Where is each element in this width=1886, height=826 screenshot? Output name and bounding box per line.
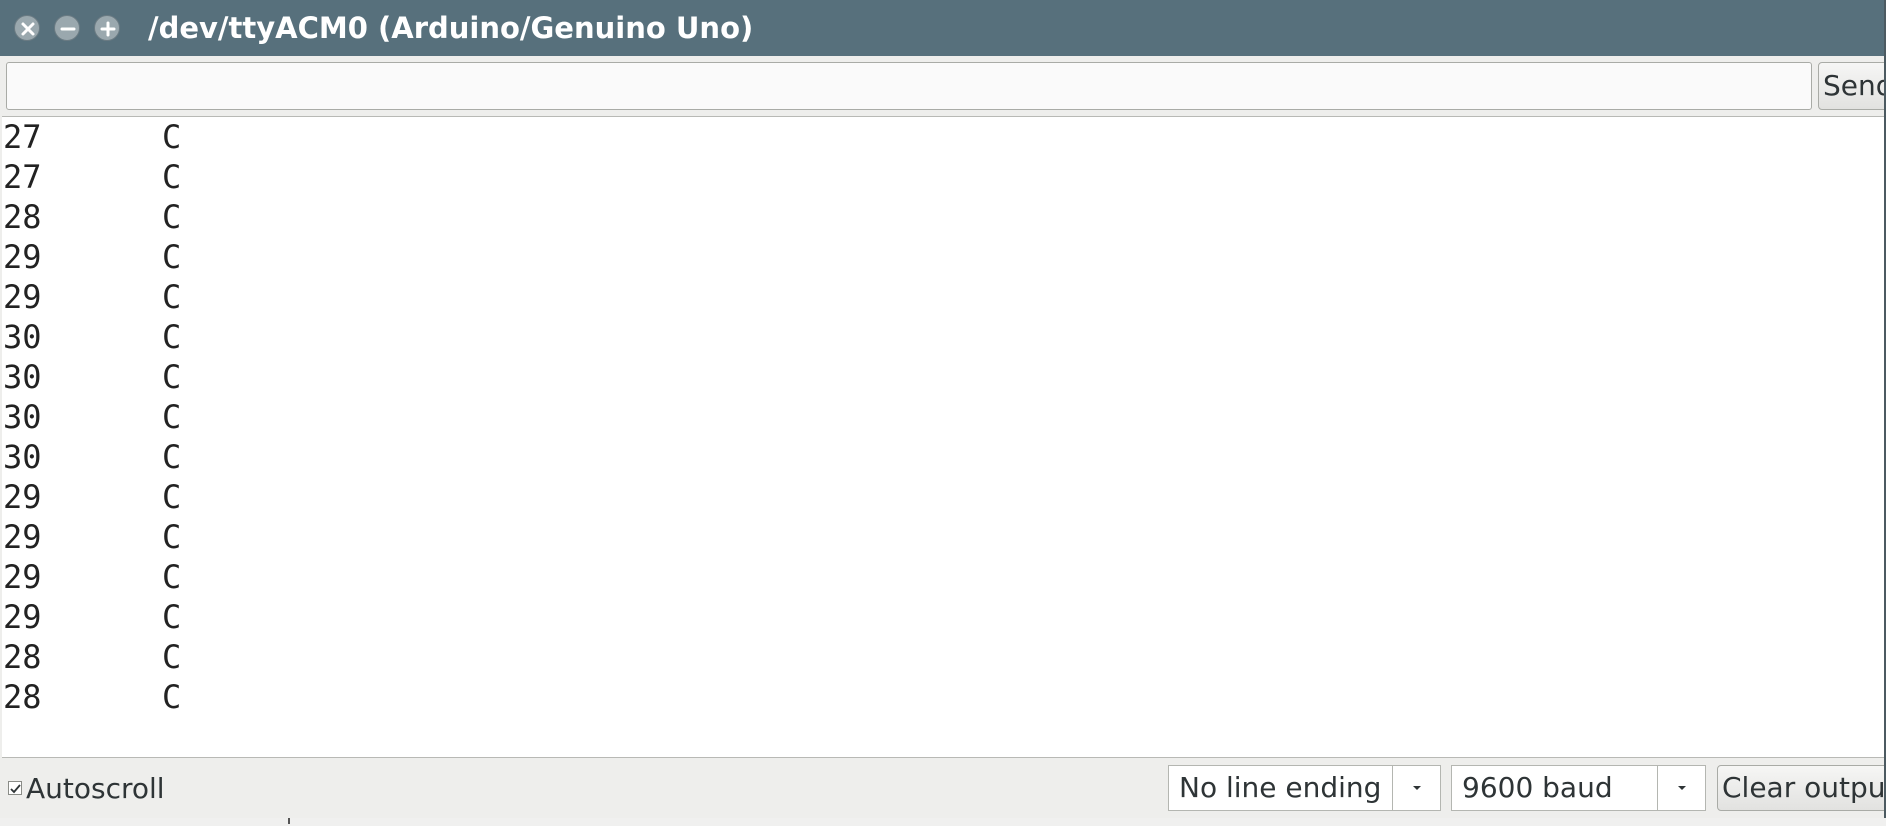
chevron-down-icon[interactable] xyxy=(1392,766,1440,810)
output-unit: C xyxy=(162,438,182,476)
autoscroll-checkbox[interactable] xyxy=(8,781,22,795)
output-unit: C xyxy=(162,118,182,156)
output-value: 27 xyxy=(3,158,42,196)
autoscroll-toggle[interactable]: Autoscroll xyxy=(8,758,165,818)
output-value: 30 xyxy=(3,438,42,476)
serial-output[interactable]: 27 C 27 C 28 C 29 C 29 C 30 C 30 C 30 C 30 C 29 C 29 C 29 C 29 C 2… xyxy=(2,116,1884,758)
output-value: 29 xyxy=(3,558,42,596)
baud-rate-value: 9600 baud xyxy=(1462,771,1613,804)
line-ending-select[interactable]: No line ending xyxy=(1168,765,1441,811)
output-unit: C xyxy=(162,238,182,276)
close-icon[interactable] xyxy=(14,15,40,41)
autoscroll-label: Autoscroll xyxy=(26,771,165,805)
output-value: 29 xyxy=(3,518,42,556)
window-title: /dev/ttyACM0 (Arduino/Genuino Uno) xyxy=(148,11,754,45)
output-unit: C xyxy=(162,358,182,396)
output-value: 28 xyxy=(3,198,42,236)
output-unit: C xyxy=(162,278,182,316)
background-mark xyxy=(288,818,290,824)
checkmark-icon xyxy=(10,784,21,794)
minimize-icon[interactable] xyxy=(54,15,80,41)
titlebar: /dev/ttyACM0 (Arduino/Genuino Uno) xyxy=(0,0,1884,56)
output-unit: C xyxy=(162,678,182,716)
output-value: 30 xyxy=(3,358,42,396)
baud-rate-select[interactable]: 9600 baud xyxy=(1451,765,1706,811)
output-value: 27 xyxy=(3,118,42,156)
send-input[interactable] xyxy=(6,62,1812,110)
output-unit: C xyxy=(162,518,182,556)
serial-monitor-window: /dev/ttyACM0 (Arduino/Genuino Uno) Send … xyxy=(0,0,1886,818)
output-unit: C xyxy=(162,558,182,596)
maximize-icon[interactable] xyxy=(94,15,120,41)
output-value: 30 xyxy=(3,318,42,356)
output-value: 29 xyxy=(3,478,42,516)
output-unit: C xyxy=(162,198,182,236)
clear-output-button[interactable]: Clear output xyxy=(1717,765,1884,811)
statusbar: Autoscroll No line ending 9600 baud Clea… xyxy=(0,758,1884,818)
line-ending-value: No line ending xyxy=(1179,771,1382,804)
send-row: Send xyxy=(0,56,1884,116)
output-value: 29 xyxy=(3,238,42,276)
background-strip xyxy=(0,818,1886,826)
output-value: 28 xyxy=(3,638,42,676)
output-value: 30 xyxy=(3,398,42,436)
output-unit: C xyxy=(162,398,182,436)
output-unit: C xyxy=(162,638,182,676)
output-unit: C xyxy=(162,598,182,636)
output-unit: C xyxy=(162,478,182,516)
output-unit: C xyxy=(162,158,182,196)
output-value: 29 xyxy=(3,598,42,636)
output-unit: C xyxy=(162,318,182,356)
send-button[interactable]: Send xyxy=(1818,62,1884,110)
output-value: 29 xyxy=(3,278,42,316)
chevron-down-icon[interactable] xyxy=(1657,766,1705,810)
output-value: 28 xyxy=(3,678,42,716)
